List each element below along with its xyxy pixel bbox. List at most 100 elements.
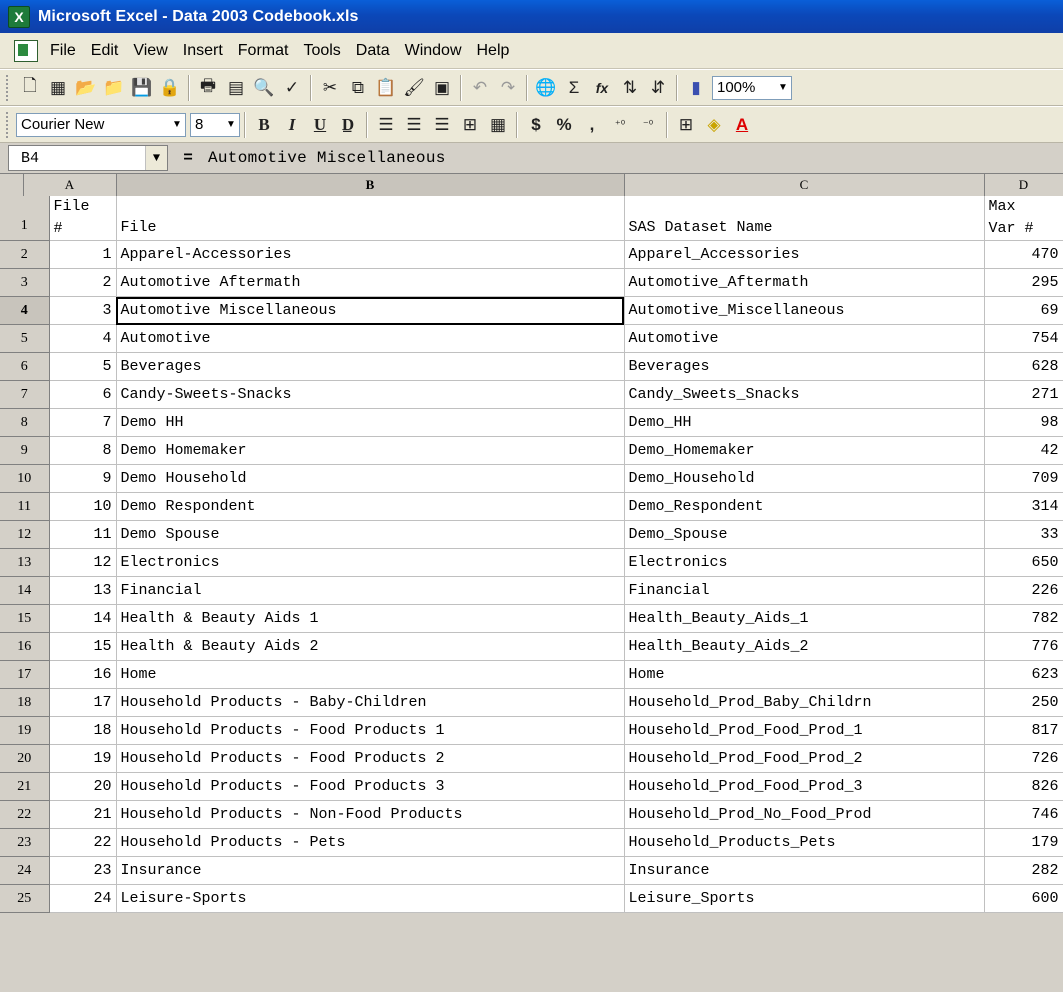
menu-data[interactable]: Data	[356, 42, 390, 60]
cell-file-number[interactable]: 2	[49, 268, 117, 297]
menu-window[interactable]: Window	[405, 42, 462, 60]
row-header[interactable]: 3	[0, 268, 50, 297]
font-select[interactable]: Courier New ▼	[16, 112, 186, 137]
menu-file[interactable]: File	[50, 42, 76, 60]
row-header[interactable]: 7	[0, 380, 50, 409]
row-header[interactable]: 20	[0, 744, 50, 773]
menu-format[interactable]: Format	[238, 42, 289, 60]
cell-file-name[interactable]: Health & Beauty Aids 2	[116, 632, 625, 661]
italic-button[interactable]: I	[279, 112, 305, 138]
cell-max-var[interactable]: 826	[984, 772, 1063, 801]
cell-max-var[interactable]: 470	[984, 240, 1063, 269]
cell-sas-dataset-name[interactable]: Automotive_Miscellaneous	[624, 296, 985, 325]
column-header-a[interactable]: A	[23, 174, 117, 197]
cell-file-name[interactable]: Health & Beauty Aids 1	[116, 604, 625, 633]
fill-color-icon[interactable]: ◈	[701, 112, 727, 138]
cell-b1[interactable]: File	[116, 196, 625, 241]
cell-file-number[interactable]: 12	[49, 548, 117, 577]
decrease-decimal-icon[interactable]: ⁻⁰	[635, 112, 661, 138]
cell-max-var[interactable]: 250	[984, 688, 1063, 717]
cell-file-name[interactable]: Beverages	[116, 352, 625, 381]
cell-max-var[interactable]: 628	[984, 352, 1063, 381]
cell-file-number[interactable]: 8	[49, 436, 117, 465]
chevron-down-icon[interactable]: ▼	[775, 77, 791, 99]
print-icon[interactable]: 🖶	[195, 75, 221, 101]
cell-sas-dataset-name[interactable]: Demo_Spouse	[624, 520, 985, 549]
cell-sas-dataset-name[interactable]: Insurance	[624, 856, 985, 885]
cell-max-var[interactable]: 271	[984, 380, 1063, 409]
cell-max-var[interactable]: 754	[984, 324, 1063, 353]
cell-sas-dataset-name[interactable]: Demo_Homemaker	[624, 436, 985, 465]
cell-sas-dataset-name[interactable]: Health_Beauty_Aids_1	[624, 604, 985, 633]
cell-file-name[interactable]: Apparel-Accessories	[116, 240, 625, 269]
cell-file-number[interactable]: 24	[49, 884, 117, 913]
row-header[interactable]: 19	[0, 716, 50, 745]
cell-file-number[interactable]: 22	[49, 828, 117, 857]
paste-icon[interactable]: 📋	[373, 75, 399, 101]
cell-sas-dataset-name[interactable]: Demo_Household	[624, 464, 985, 493]
row-header[interactable]: 24	[0, 856, 50, 885]
chevron-down-icon[interactable]: ▼	[145, 146, 167, 170]
format-painter-icon[interactable]: 🖌	[401, 75, 427, 101]
cell-sas-dataset-name[interactable]: Household_Prod_Food_Prod_3	[624, 772, 985, 801]
row-header[interactable]: 5	[0, 324, 50, 353]
cell-max-var[interactable]: 282	[984, 856, 1063, 885]
copy-icon[interactable]: ⧉	[345, 75, 371, 101]
cell-max-var[interactable]: 314	[984, 492, 1063, 521]
cell-file-name[interactable]: Demo Respondent	[116, 492, 625, 521]
chart-wizard-icon[interactable]: ▮	[683, 75, 709, 101]
row-header[interactable]: 4	[0, 296, 50, 325]
row-header[interactable]: 9	[0, 436, 50, 465]
cell-sas-dataset-name[interactable]: Automotive	[624, 324, 985, 353]
cell-file-name[interactable]: Demo Spouse	[116, 520, 625, 549]
column-header-d[interactable]: D	[984, 174, 1063, 197]
cell-max-var[interactable]: 623	[984, 660, 1063, 689]
cell-sas-dataset-name[interactable]: Automotive_Aftermath	[624, 268, 985, 297]
percent-button[interactable]: %	[551, 112, 577, 138]
table-icon[interactable]: ▦	[485, 112, 511, 138]
cell-file-name[interactable]: Automotive Miscellaneous	[116, 296, 625, 325]
function-icon[interactable]: fx	[589, 75, 615, 101]
cell-file-number[interactable]: 6	[49, 380, 117, 409]
cell-file-number[interactable]: 20	[49, 772, 117, 801]
row-header[interactable]: 25	[0, 884, 50, 913]
spelling-icon[interactable]: ✓	[279, 75, 305, 101]
currency-button[interactable]: $	[523, 112, 549, 138]
open-icon[interactable]: 📂	[73, 75, 99, 101]
cell-max-var[interactable]: 746	[984, 800, 1063, 829]
cell-file-name[interactable]: Candy-Sweets-Snacks	[116, 380, 625, 409]
cell-max-var[interactable]: 226	[984, 576, 1063, 605]
cell-sas-dataset-name[interactable]: Health_Beauty_Aids_2	[624, 632, 985, 661]
font-size-select[interactable]: 8 ▼	[190, 112, 240, 137]
cell-max-var[interactable]: 726	[984, 744, 1063, 773]
workbook-icon[interactable]	[14, 39, 38, 62]
cell-file-name[interactable]: Insurance	[116, 856, 625, 885]
cell-file-number[interactable]: 5	[49, 352, 117, 381]
name-box[interactable]: B4 ▼	[8, 145, 168, 171]
cell-max-var[interactable]: 709	[984, 464, 1063, 493]
cell-file-name[interactable]: Household Products - Baby-Children	[116, 688, 625, 717]
row-header[interactable]: 11	[0, 492, 50, 521]
row-header[interactable]: 21	[0, 772, 50, 801]
row-header[interactable]: 6	[0, 352, 50, 381]
merge-center-icon[interactable]: ⊞	[457, 112, 483, 138]
cell-sas-dataset-name[interactable]: Household_Products_Pets	[624, 828, 985, 857]
cell-file-number[interactable]: 15	[49, 632, 117, 661]
menu-view[interactable]: View	[133, 42, 167, 60]
cell-max-var[interactable]: 650	[984, 548, 1063, 577]
cell-c1[interactable]: SAS Dataset Name	[624, 196, 985, 241]
cell-file-number[interactable]: 18	[49, 716, 117, 745]
cell-sas-dataset-name[interactable]: Demo_Respondent	[624, 492, 985, 521]
hyperlink-icon[interactable]: 🌐	[533, 75, 559, 101]
row-header[interactable]: 14	[0, 576, 50, 605]
cell-sas-dataset-name[interactable]: Demo_HH	[624, 408, 985, 437]
cut-icon[interactable]: ✂	[317, 75, 343, 101]
cell-file-name[interactable]: Household Products - Pets	[116, 828, 625, 857]
cell-file-name[interactable]: Home	[116, 660, 625, 689]
open-folder-icon[interactable]: 📁	[101, 75, 127, 101]
row-header[interactable]: 13	[0, 548, 50, 577]
save-icon[interactable]: 💾	[129, 75, 155, 101]
calendar-icon[interactable]: ▣	[429, 75, 455, 101]
select-all-corner[interactable]	[0, 174, 24, 197]
align-left-icon[interactable]: ☰	[373, 112, 399, 138]
